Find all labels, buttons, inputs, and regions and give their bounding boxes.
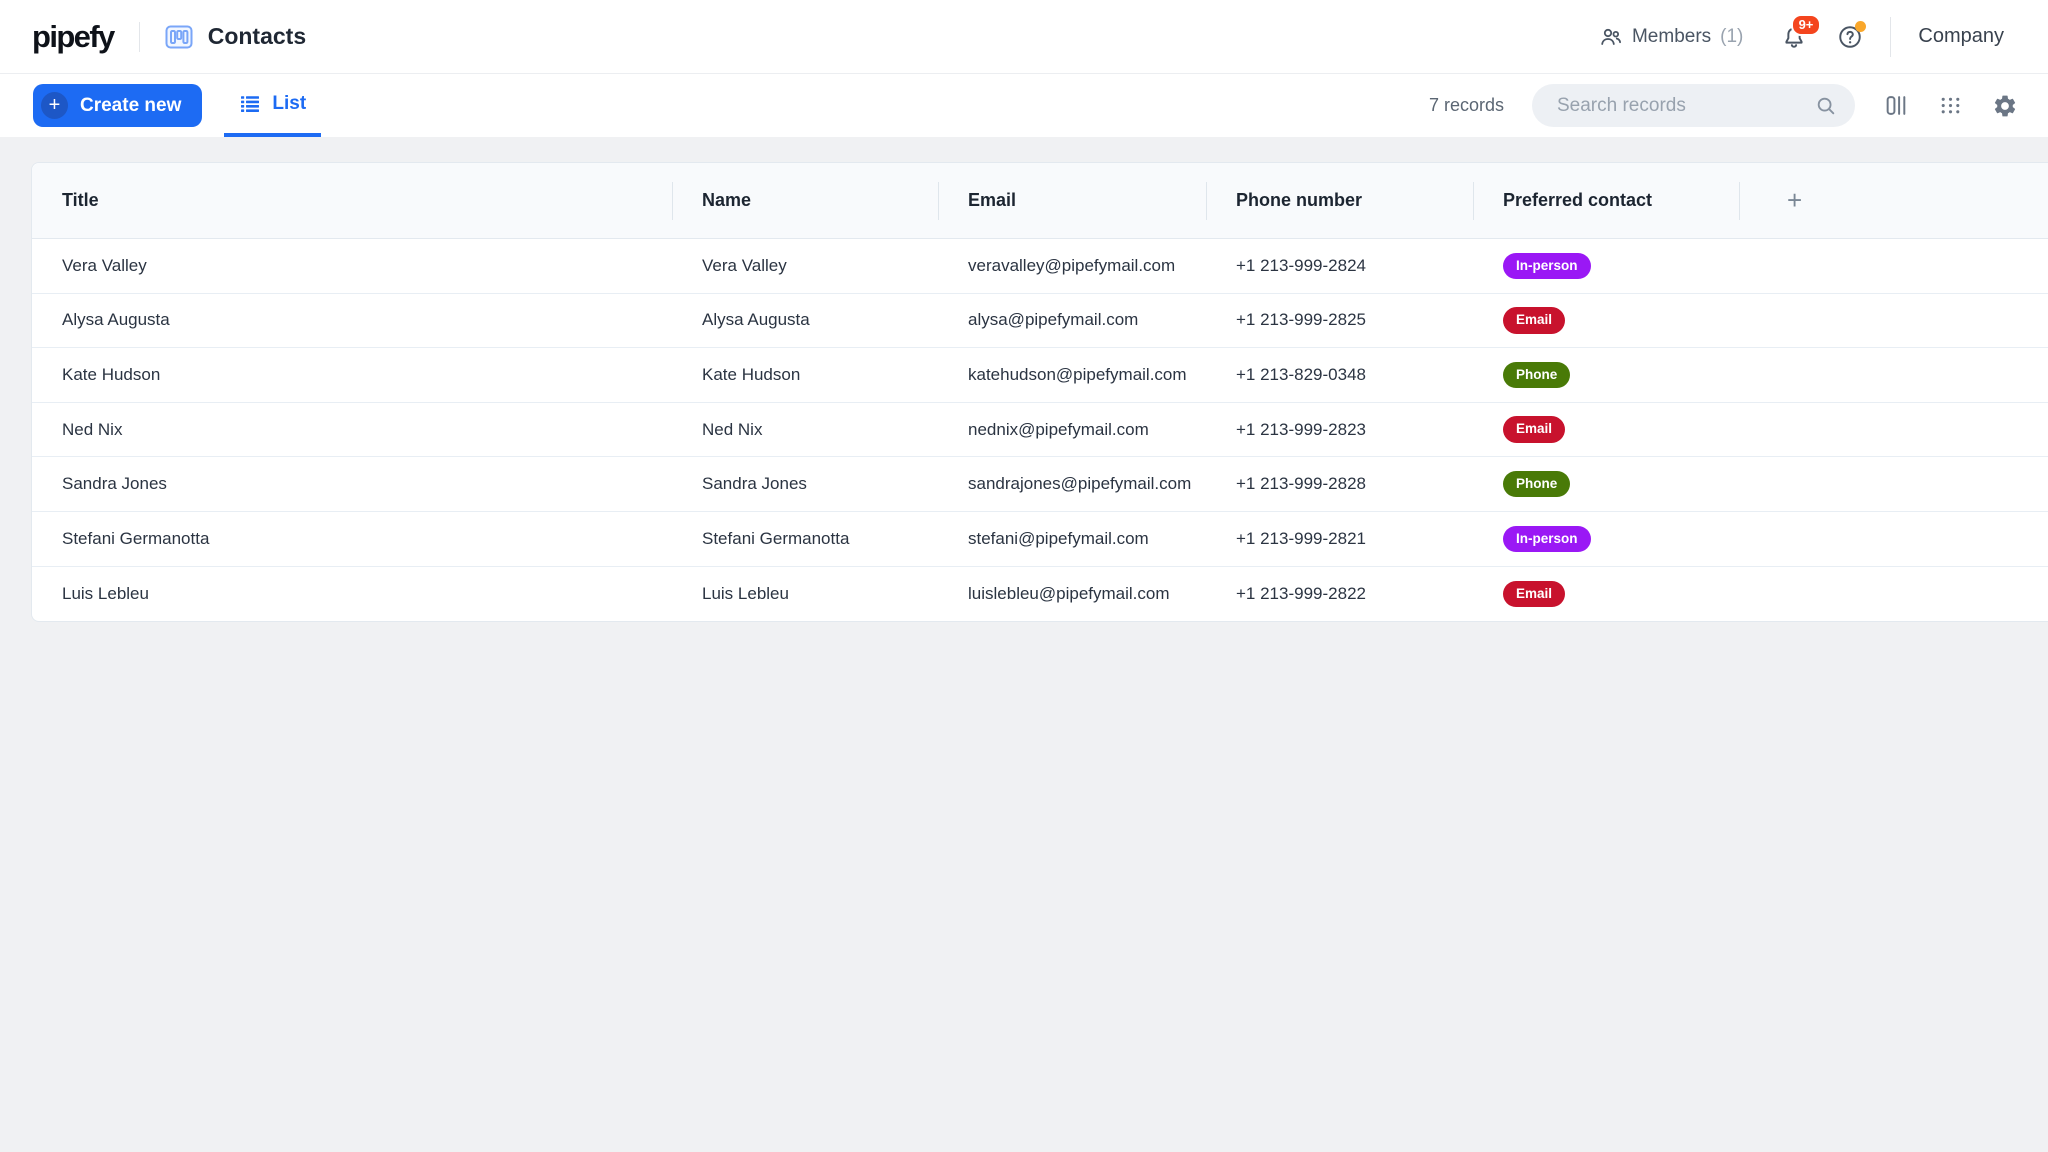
cell-phone: +1 213-829-0348 (1206, 348, 1473, 402)
cell-phone: +1 213-999-2823 (1206, 403, 1473, 457)
cell-name: Ned Nix (672, 403, 938, 457)
table-row[interactable]: Kate Hudson Kate Hudson katehudson@pipef… (32, 348, 2048, 403)
cell-preferred-contact: Email (1473, 403, 1739, 457)
cell-title[interactable]: Alysa Augusta (32, 294, 672, 348)
search-input[interactable] (1538, 95, 1815, 117)
cell-preferred-contact: Email (1473, 294, 1739, 348)
cell-email: sandrajones@pipefymail.com (938, 457, 1206, 511)
content-area: Title Name Email Phone number Preferred … (0, 137, 2048, 622)
table-row[interactable]: Alysa Augusta Alysa Augusta alysa@pipefy… (32, 294, 2048, 349)
cell-extra (1739, 403, 2048, 457)
tab-list-label: List (272, 93, 306, 115)
card-view-button[interactable] (1938, 93, 1963, 118)
preferred-contact-badge: In-person (1503, 253, 1591, 280)
hide-fields-button[interactable] (1884, 93, 1909, 118)
table-row[interactable]: Luis Lebleu Luis Lebleu luislebleu@pipef… (32, 567, 2048, 622)
preferred-contact-badge: In-person (1503, 526, 1591, 553)
page-title: Contacts (208, 23, 306, 50)
cell-name: Alysa Augusta (672, 294, 938, 348)
cell-title[interactable]: Luis Lebleu (32, 567, 672, 622)
cell-extra (1739, 512, 2048, 566)
column-header-phone[interactable]: Phone number (1206, 163, 1473, 238)
preferred-contact-badge: Email (1503, 416, 1565, 443)
pipefy-logo[interactable]: pipefy (32, 19, 114, 55)
create-new-button[interactable]: + Create new (33, 84, 202, 127)
cell-title[interactable]: Ned Nix (32, 403, 672, 457)
table-row[interactable]: Ned Nix Ned Nix nednix@pipefymail.com +1… (32, 403, 2048, 458)
cell-extra (1739, 567, 2048, 622)
toolbar: + Create new List 7 records (0, 74, 2048, 137)
tab-list[interactable]: List (224, 74, 321, 137)
cell-phone: +1 213-999-2825 (1206, 294, 1473, 348)
top-bar: pipefy Contacts (0, 0, 2048, 74)
workspace-button[interactable]: Company (1918, 25, 2004, 48)
preferred-contact-badge: Email (1503, 307, 1565, 334)
cell-email: nednix@pipefymail.com (938, 403, 1206, 457)
cell-title[interactable]: Kate Hudson (32, 348, 672, 402)
cell-name: Vera Valley (672, 239, 938, 293)
preferred-contact-badge: Phone (1503, 362, 1570, 389)
cell-phone: +1 213-999-2824 (1206, 239, 1473, 293)
cell-email: katehudson@pipefymail.com (938, 348, 1206, 402)
preferred-contact-badge: Phone (1503, 471, 1570, 498)
cell-email: veravalley@pipefymail.com (938, 239, 1206, 293)
cell-preferred-contact: In-person (1473, 512, 1739, 566)
column-header-preferred-contact[interactable]: Preferred contact (1473, 163, 1739, 238)
members-label: Members (1632, 26, 1711, 48)
column-header-name[interactable]: Name (672, 163, 938, 238)
vertical-divider (1890, 17, 1891, 57)
table-row[interactable]: Stefani Germanotta Stefani Germanotta st… (32, 512, 2048, 567)
cell-phone: +1 213-999-2822 (1206, 567, 1473, 622)
cell-title[interactable]: Stefani Germanotta (32, 512, 672, 566)
preferred-contact-badge: Email (1503, 581, 1565, 608)
table-body: Vera Valley Vera Valley veravalley@pipef… (32, 239, 2048, 621)
cell-extra (1739, 294, 2048, 348)
cell-title[interactable]: Sandra Jones (32, 457, 672, 511)
members-count: (1) (1720, 26, 1743, 48)
cell-phone: +1 213-999-2828 (1206, 457, 1473, 511)
vertical-divider (139, 22, 140, 52)
table-row[interactable]: Sandra Jones Sandra Jones sandrajones@pi… (32, 457, 2048, 512)
records-count: 7 records (1429, 95, 1504, 116)
column-header-title[interactable]: Title (32, 163, 672, 238)
cell-email: luislebleu@pipefymail.com (938, 567, 1206, 622)
add-column-button[interactable]: + (1739, 163, 2048, 238)
list-icon (239, 93, 261, 115)
cell-email: alysa@pipefymail.com (938, 294, 1206, 348)
pipe-board-icon (165, 23, 193, 51)
records-table: Title Name Email Phone number Preferred … (31, 162, 2048, 622)
search-icon[interactable] (1815, 95, 1837, 117)
settings-button[interactable] (1992, 93, 2018, 119)
members-icon (1599, 25, 1623, 49)
app-root: pipefy Contacts (0, 0, 2048, 622)
table-row[interactable]: Vera Valley Vera Valley veravalley@pipef… (32, 239, 2048, 294)
cell-preferred-contact: Phone (1473, 348, 1739, 402)
cell-extra (1739, 239, 2048, 293)
cell-phone: +1 213-999-2821 (1206, 512, 1473, 566)
top-bar-right: Members (1) 9+ (1599, 17, 2004, 57)
cell-name: Sandra Jones (672, 457, 938, 511)
cell-name: Luis Lebleu (672, 567, 938, 622)
help-button[interactable] (1837, 24, 1863, 50)
cell-name: Kate Hudson (672, 348, 938, 402)
column-header-email[interactable]: Email (938, 163, 1206, 238)
notifications-button[interactable]: 9+ (1781, 24, 1807, 50)
cell-title[interactable]: Vera Valley (32, 239, 672, 293)
cell-preferred-contact: Phone (1473, 457, 1739, 511)
cell-extra (1739, 348, 2048, 402)
members-button[interactable]: Members (1) (1599, 25, 1743, 49)
create-new-label: Create new (80, 95, 181, 117)
search-box[interactable] (1532, 84, 1855, 127)
table-header: Title Name Email Phone number Preferred … (32, 163, 2048, 239)
cell-preferred-contact: In-person (1473, 239, 1739, 293)
cell-preferred-contact: Email (1473, 567, 1739, 622)
notification-badge: 9+ (1791, 14, 1822, 36)
cell-name: Stefani Germanotta (672, 512, 938, 566)
help-alert-dot (1855, 21, 1866, 32)
plus-icon: + (41, 92, 68, 119)
cell-extra (1739, 457, 2048, 511)
cell-email: stefani@pipefymail.com (938, 512, 1206, 566)
top-bar-left: pipefy Contacts (32, 19, 306, 55)
